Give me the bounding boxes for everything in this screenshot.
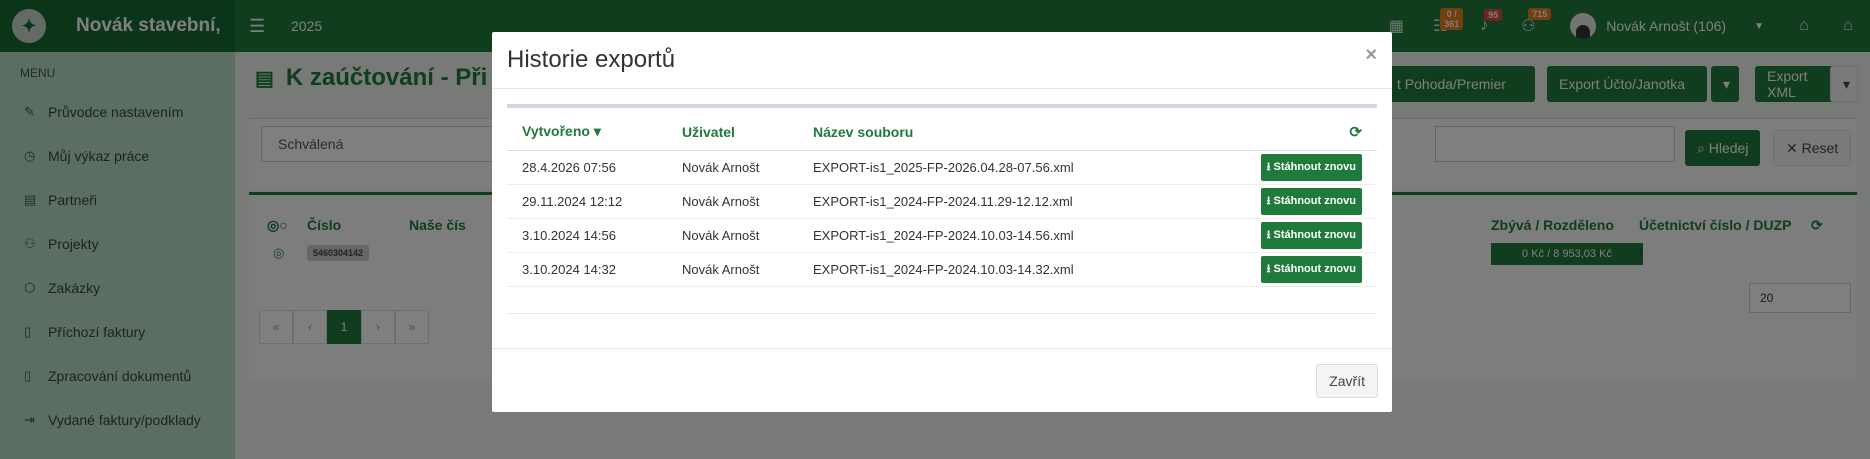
modal-title: Historie exportů xyxy=(507,46,676,73)
table-row: 28.4.2026 07:56 Novák Arnošt EXPORT-is1_… xyxy=(507,150,1377,185)
download-again-button[interactable]: ⭳ Stáhnout znovu xyxy=(1260,153,1362,181)
row-file: EXPORT-is1_2024-FP-2024.10.03-14.56.xml xyxy=(798,218,1197,253)
col-file[interactable]: Název souboru xyxy=(798,114,1197,151)
row-created: 29.11.2024 12:12 xyxy=(507,184,667,219)
row-created: 3.10.2024 14:32 xyxy=(507,252,667,287)
export-table: Vytvořeno ▾ Uživatel Název souboru ⟳ 28.… xyxy=(507,114,1377,287)
row-user: Novák Arnošt xyxy=(667,252,798,287)
table-row: 29.11.2024 12:12 Novák Arnošt EXPORT-is1… xyxy=(507,184,1377,219)
close-icon[interactable]: × xyxy=(1365,44,1377,67)
row-created: 28.4.2026 07:56 xyxy=(507,150,667,185)
sort-desc-icon: ▾ xyxy=(593,123,601,140)
download-icon: ⭳ xyxy=(1266,160,1274,173)
row-created: 3.10.2024 14:56 xyxy=(507,218,667,253)
modal-footer: Zavřít xyxy=(492,348,1392,412)
row-user: Novák Arnošt xyxy=(667,184,798,219)
col-created[interactable]: Vytvořeno ▾ xyxy=(507,114,667,151)
table-row: 3.10.2024 14:56 Novák Arnošt EXPORT-is1_… xyxy=(507,218,1377,253)
download-icon: ⭳ xyxy=(1266,262,1274,275)
modal-header: Historie exportů × xyxy=(492,32,1392,89)
download-again-button[interactable]: ⭳ Stáhnout znovu xyxy=(1260,255,1362,283)
download-icon: ⭳ xyxy=(1266,228,1274,241)
row-user: Novák Arnošt xyxy=(667,218,798,253)
row-file: EXPORT-is1_2024-FP-2024.10.03-14.32.xml xyxy=(798,252,1197,287)
export-history-modal: Historie exportů × Vytvořeno ▾ Uživatel … xyxy=(492,32,1392,412)
download-again-button[interactable]: ⭳ Stáhnout znovu xyxy=(1260,187,1362,215)
download-again-button[interactable]: ⭳ Stáhnout znovu xyxy=(1260,221,1362,249)
row-file: EXPORT-is1_2025-FP-2026.04.28-07.56.xml xyxy=(798,150,1197,185)
row-user: Novák Arnošt xyxy=(667,150,798,185)
modal-body: Vytvořeno ▾ Uživatel Název souboru ⟳ 28.… xyxy=(507,104,1377,314)
col-user[interactable]: Uživatel xyxy=(667,114,798,151)
refresh-icon[interactable]: ⟳ xyxy=(1196,114,1377,151)
download-icon: ⭳ xyxy=(1266,194,1274,207)
table-row: 3.10.2024 14:32 Novák Arnošt EXPORT-is1_… xyxy=(507,252,1377,287)
close-button[interactable]: Zavřít xyxy=(1316,364,1378,398)
row-file: EXPORT-is1_2024-FP-2024.11.29-12.12.xml xyxy=(798,184,1197,219)
